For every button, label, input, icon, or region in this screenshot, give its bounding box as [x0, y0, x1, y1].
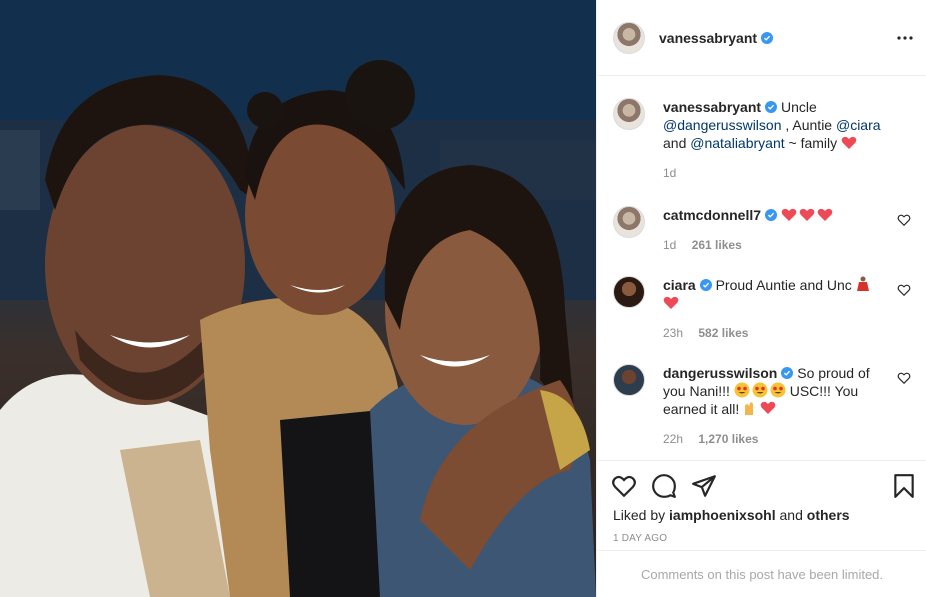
liked-by-user[interactable]: iamphoenixsohl	[669, 507, 776, 523]
three-red-hearts-emoji-icon	[781, 208, 833, 221]
red-heart-emoji-icon	[841, 136, 857, 149]
header-username[interactable]: vanessabryant	[659, 30, 774, 46]
dancer-emoji-icon	[856, 276, 869, 291]
liked-by-joiner: and	[779, 507, 803, 523]
liked-by-prefix: Liked by	[613, 507, 666, 523]
avatar[interactable]	[613, 98, 645, 130]
comment-item: catmcdonnell7 1d 261 likes	[613, 206, 911, 254]
comment-meta: 23h 582 likes	[663, 324, 883, 342]
raised-hands-heart-emoji-icon	[745, 401, 776, 415]
comment-username[interactable]: catmcdonnell7	[663, 207, 761, 223]
comment-bubble-icon[interactable]	[651, 473, 677, 499]
liked-by: Liked by iamphoenixsohl and others	[613, 507, 850, 523]
caption-meta: 1d	[663, 164, 883, 182]
red-heart-emoji-icon	[663, 296, 679, 309]
post-age[interactable]: 1 DAY AGO	[613, 533, 667, 544]
caption-username[interactable]: vanessabryant	[663, 99, 761, 115]
mention-ciara[interactable]: @ciara	[836, 117, 881, 133]
verified-badge-icon	[781, 367, 794, 379]
post-header: vanessabryant	[597, 0, 926, 76]
comment-item: dangerusswilson So proud of you Nani!!! …	[613, 364, 911, 448]
verified-badge-icon	[765, 209, 778, 221]
comment-likes[interactable]: 261 likes	[692, 238, 742, 252]
caption-text-2: , Auntie	[785, 117, 833, 133]
post-actions: Liked by iamphoenixsohl and others 1 DAY…	[597, 460, 926, 550]
post-photo[interactable]	[0, 0, 596, 597]
like-heart-icon[interactable]	[611, 473, 637, 499]
comment-meta: 1d 261 likes	[663, 236, 883, 254]
caption-body: vanessabryant Uncle @dangerusswilson , A…	[663, 98, 883, 182]
share-paper-plane-icon[interactable]	[691, 473, 717, 499]
comments-list[interactable]: vanessabryant Uncle @dangerusswilson , A…	[597, 76, 926, 460]
post-photo-illustration	[0, 0, 596, 597]
post-side-panel: vanessabryant vanessabryant Uncle @dange…	[596, 0, 926, 597]
comment-username[interactable]: dangerusswilson	[663, 365, 777, 381]
avatar[interactable]	[613, 364, 645, 396]
mention-dangerusswilson[interactable]: @dangerusswilson	[663, 117, 782, 133]
comment-item: ciara Proud Auntie and Unc 23h 582 likes	[613, 276, 911, 342]
star-struck-emoji-icon	[734, 382, 786, 398]
caption-text-3: and	[663, 135, 687, 151]
like-comment-heart-icon[interactable]	[897, 213, 911, 227]
comment-time[interactable]: 23h	[663, 326, 683, 340]
verified-badge-icon	[761, 31, 774, 44]
save-bookmark-icon[interactable]	[891, 473, 917, 499]
comment-username[interactable]: ciara	[663, 277, 696, 293]
caption: vanessabryant Uncle @dangerusswilson , A…	[613, 98, 911, 182]
caption-text-4: ~ family	[788, 135, 838, 151]
comment-likes[interactable]: 1,270 likes	[698, 432, 758, 446]
comments-limited-notice: Comments on this post have been limited.	[597, 550, 926, 597]
like-comment-heart-icon[interactable]	[897, 371, 911, 385]
avatar[interactable]	[613, 276, 645, 308]
comment-body: catmcdonnell7 1d 261 likes	[663, 206, 883, 254]
header-username-text[interactable]: vanessabryant	[659, 30, 757, 46]
more-options-icon[interactable]	[895, 28, 915, 48]
comment-likes[interactable]: 582 likes	[698, 326, 748, 340]
comment-meta: 22h 1,270 likes	[663, 430, 883, 448]
caption-text-1: Uncle	[780, 99, 817, 115]
comment-time[interactable]: 22h	[663, 432, 683, 446]
comment-time[interactable]: 1d	[663, 238, 676, 252]
comment-body: dangerusswilson So proud of you Nani!!! …	[663, 364, 883, 448]
mention-nataliabryant[interactable]: @nataliabryant	[690, 135, 784, 151]
comment-text: Proud Auntie and Unc	[715, 277, 852, 293]
like-comment-heart-icon[interactable]	[897, 283, 911, 297]
caption-time[interactable]: 1d	[663, 166, 676, 180]
avatar[interactable]	[613, 206, 645, 238]
avatar[interactable]	[613, 21, 645, 54]
instagram-post: vanessabryant vanessabryant Uncle @dange…	[0, 0, 926, 597]
verified-badge-icon	[765, 101, 778, 113]
verified-badge-icon	[699, 279, 712, 291]
liked-by-others[interactable]: others	[807, 507, 850, 523]
comment-body: ciara Proud Auntie and Unc 23h 582 likes	[663, 276, 883, 342]
